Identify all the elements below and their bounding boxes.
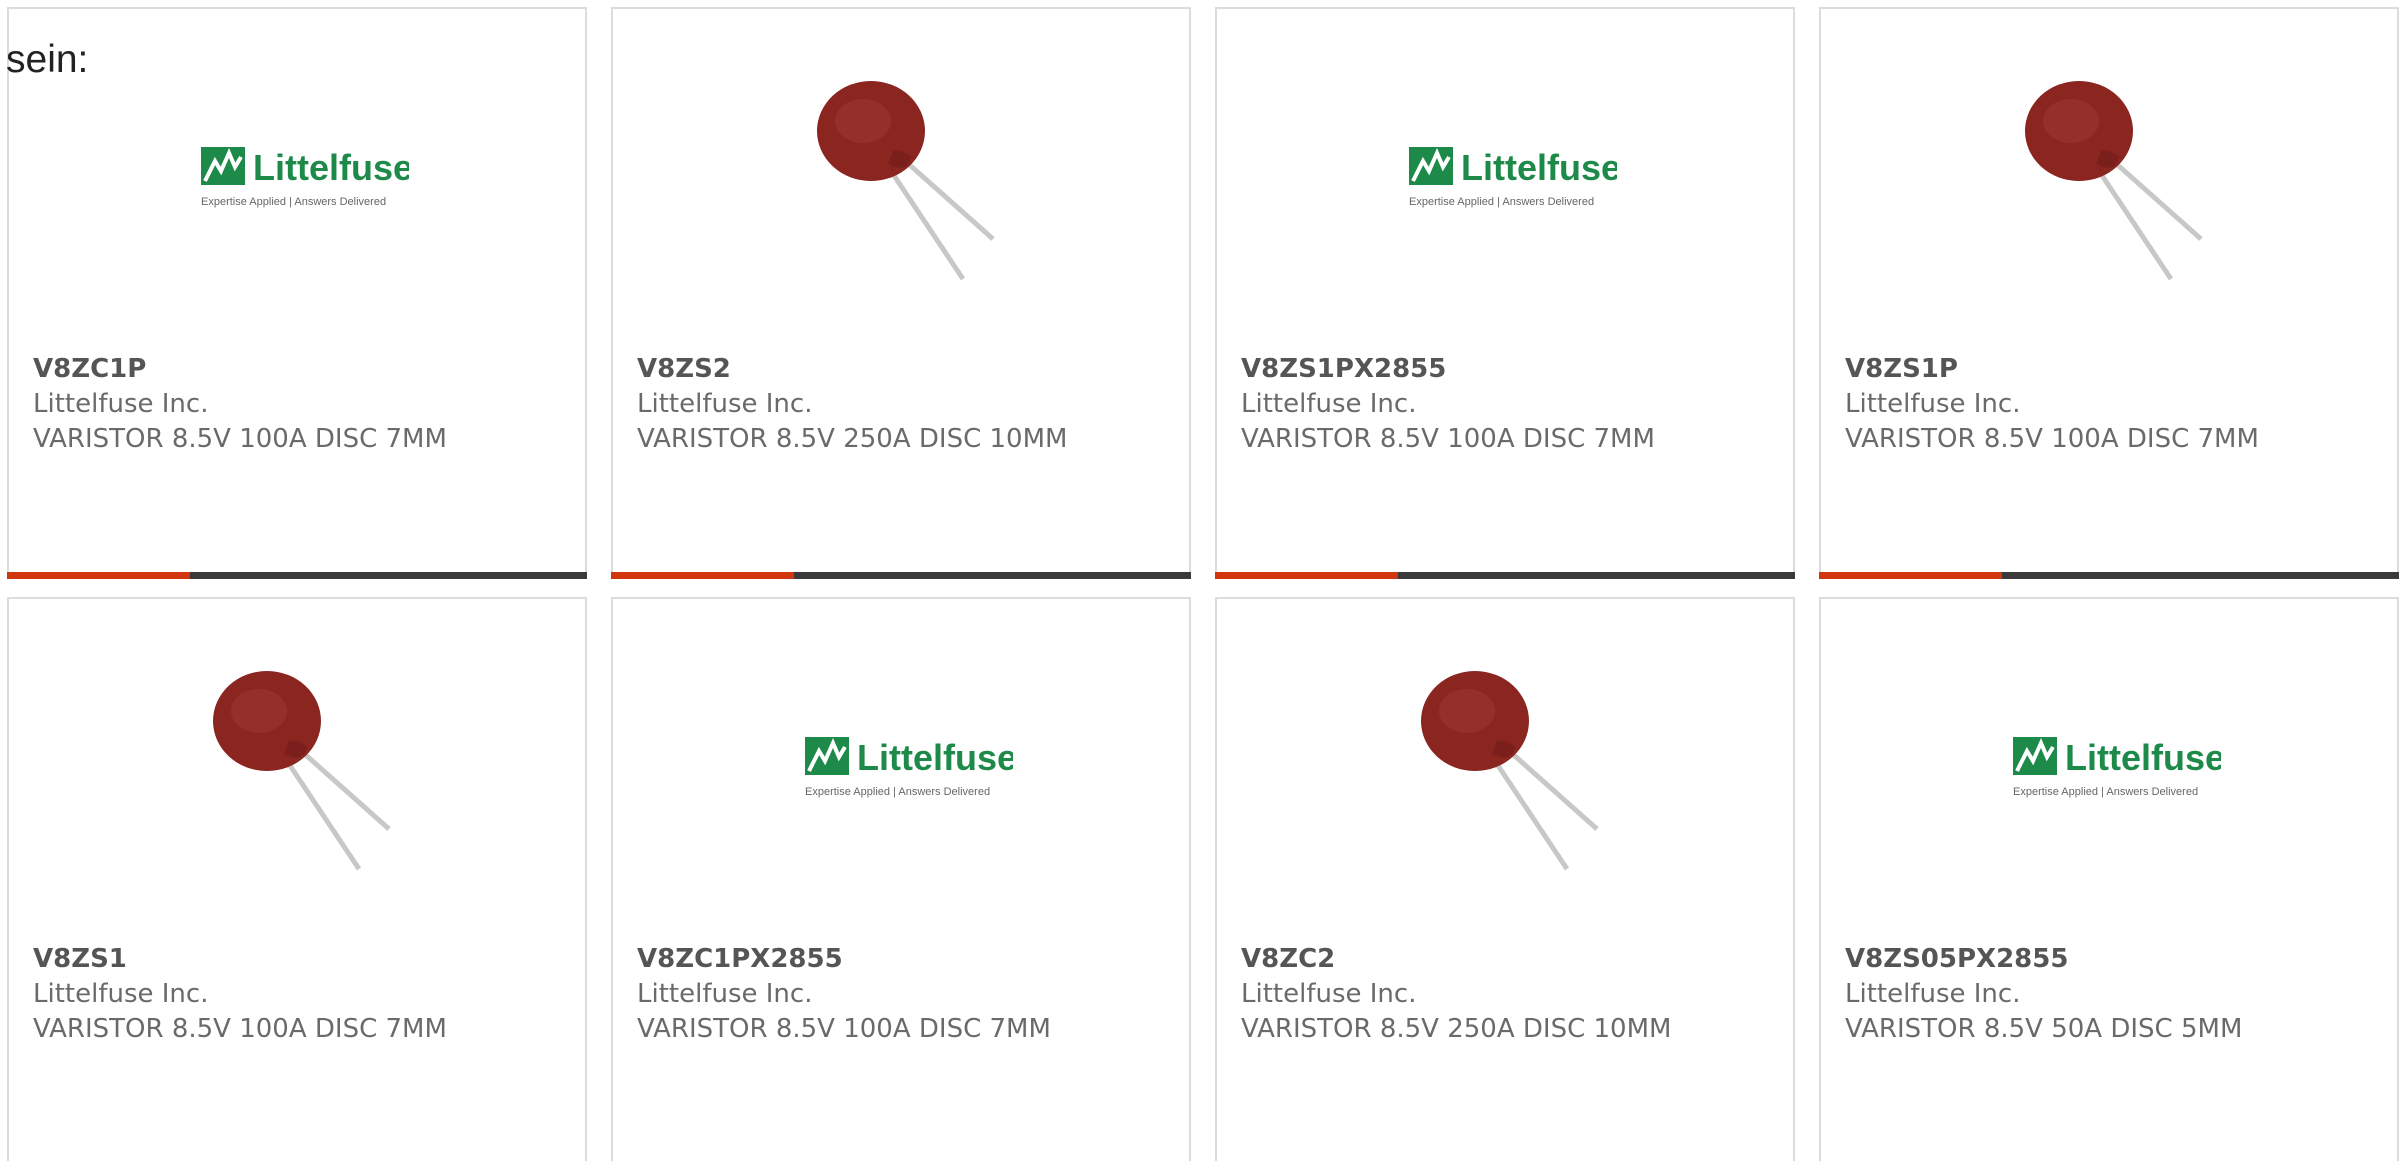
product-info: V8ZS2 Littelfuse Inc. VARISTOR 8.5V 250A D… bbox=[637, 352, 1067, 457]
card-bar-accent bbox=[7, 572, 190, 579]
logo-tagline-text: Expertise Applied | Answers Delivered bbox=[1409, 196, 1594, 208]
varistor-photo bbox=[1421, 671, 1599, 871]
product-description: VARISTOR 8.5V 50A DISC 5MM bbox=[1845, 1014, 2243, 1044]
logo-brand-text: Littelfuse bbox=[857, 737, 1013, 778]
littelfuse-logo: Littelfuse Expertise Applied | Answers D… bbox=[201, 147, 409, 208]
product-description: VARISTOR 8.5V 100A DISC 7MM bbox=[1241, 424, 1655, 454]
part-number-link[interactable]: V8ZC1P bbox=[33, 352, 447, 387]
intro-text: sein: bbox=[6, 38, 89, 81]
product-card[interactable]: V8ZC2 Littelfuse Inc. VARISTOR 8.5V 250A D… bbox=[1215, 597, 1795, 1161]
logo-brand-text: Littelfuse bbox=[2065, 737, 2221, 778]
product-info: V8ZC1PX2855 Littelfuse Inc. VARISTOR 8.5V … bbox=[637, 942, 1051, 1047]
card-bottom-bar bbox=[611, 572, 1191, 579]
manufacturer-name: Littelfuse Inc. bbox=[33, 979, 209, 1009]
manufacturer-name: Littelfuse Inc. bbox=[1241, 979, 1417, 1009]
card-bar-accent bbox=[611, 572, 794, 579]
product-description: VARISTOR 8.5V 250A DISC 10MM bbox=[637, 424, 1068, 454]
littelfuse-logo: Littelfuse Expertise Applied | Answers D… bbox=[1409, 147, 1617, 208]
part-number-link[interactable]: V8ZS05PX2855 bbox=[1845, 942, 2242, 977]
product-card[interactable]: V8ZS2 Littelfuse Inc. VARISTOR 8.5V 250A D… bbox=[611, 7, 1191, 579]
part-number-link[interactable]: V8ZS1P bbox=[1845, 352, 2259, 387]
manufacturer-name: Littelfuse Inc. bbox=[33, 389, 209, 419]
product-info: V8ZS1 Littelfuse Inc. VARISTOR 8.5V 100A D… bbox=[33, 942, 447, 1047]
manufacturer-name: Littelfuse Inc. bbox=[637, 979, 813, 1009]
product-info: V8ZS1P Littelfuse Inc. VARISTOR 8.5V 100A … bbox=[1845, 352, 2259, 457]
logo-tagline-text: Expertise Applied | Answers Delivered bbox=[2013, 786, 2198, 798]
logo-tagline-text: Expertise Applied | Answers Delivered bbox=[805, 786, 990, 798]
product-description: VARISTOR 8.5V 100A DISC 7MM bbox=[33, 424, 447, 454]
product-card[interactable]: V8ZS1 Littelfuse Inc. VARISTOR 8.5V 100A D… bbox=[7, 597, 587, 1161]
manufacturer-name: Littelfuse Inc. bbox=[1241, 389, 1417, 419]
card-bottom-bar bbox=[1215, 572, 1795, 579]
card-bar-accent bbox=[1215, 572, 1398, 579]
littelfuse-logo: Littelfuse Expertise Applied | Answers D… bbox=[2013, 737, 2221, 798]
product-card[interactable]: Littelfuse Expertise Applied | Answers D… bbox=[1215, 7, 1795, 579]
card-bottom-bar bbox=[7, 572, 587, 579]
part-number-link[interactable]: V8ZC2 bbox=[1241, 942, 1671, 977]
card-bottom-bar bbox=[1819, 572, 2399, 579]
product-card[interactable]: Littelfuse Expertise Applied | Answers D… bbox=[1819, 597, 2399, 1161]
logo-brand-text: Littelfuse bbox=[253, 147, 409, 188]
varistor-photo bbox=[817, 81, 995, 281]
manufacturer-name: Littelfuse Inc. bbox=[1845, 979, 2021, 1009]
product-info: V8ZS05PX2855 Littelfuse Inc. VARISTOR 8.5V… bbox=[1845, 942, 2242, 1047]
product-card[interactable]: Littelfuse Expertise Applied | Answers D… bbox=[7, 7, 587, 579]
card-bar-accent bbox=[1819, 572, 2002, 579]
varistor-photo bbox=[2025, 81, 2203, 281]
product-info: V8ZS1PX2855 Littelfuse Inc. VARISTOR 8.5V … bbox=[1241, 352, 1655, 457]
product-info: V8ZC1P Littelfuse Inc. VARISTOR 8.5V 100A … bbox=[33, 352, 447, 457]
part-number-link[interactable]: V8ZS1 bbox=[33, 942, 447, 977]
varistor-photo bbox=[213, 671, 391, 871]
product-card[interactable]: V8ZS1P Littelfuse Inc. VARISTOR 8.5V 100A … bbox=[1819, 7, 2399, 579]
product-grid: Littelfuse Expertise Applied | Answers D… bbox=[7, 7, 2399, 1161]
product-description: VARISTOR 8.5V 100A DISC 7MM bbox=[33, 1014, 447, 1044]
product-description: VARISTOR 8.5V 100A DISC 7MM bbox=[1845, 424, 2259, 454]
manufacturer-name: Littelfuse Inc. bbox=[1845, 389, 2021, 419]
logo-tagline-text: Expertise Applied | Answers Delivered bbox=[201, 196, 386, 208]
product-description: VARISTOR 8.5V 250A DISC 10MM bbox=[1241, 1014, 1672, 1044]
manufacturer-name: Littelfuse Inc. bbox=[637, 389, 813, 419]
part-number-link[interactable]: V8ZS2 bbox=[637, 352, 1067, 387]
product-info: V8ZC2 Littelfuse Inc. VARISTOR 8.5V 250A D… bbox=[1241, 942, 1671, 1047]
part-number-link[interactable]: V8ZS1PX2855 bbox=[1241, 352, 1655, 387]
page: sein: Littelfuse Expertise Applied | Ans… bbox=[0, 0, 2400, 1161]
logo-brand-text: Littelfuse bbox=[1461, 147, 1617, 188]
part-number-link[interactable]: V8ZC1PX2855 bbox=[637, 942, 1051, 977]
product-card[interactable]: Littelfuse Expertise Applied | Answers D… bbox=[611, 597, 1191, 1161]
product-description: VARISTOR 8.5V 100A DISC 7MM bbox=[637, 1014, 1051, 1044]
littelfuse-logo: Littelfuse Expertise Applied | Answers D… bbox=[805, 737, 1013, 798]
